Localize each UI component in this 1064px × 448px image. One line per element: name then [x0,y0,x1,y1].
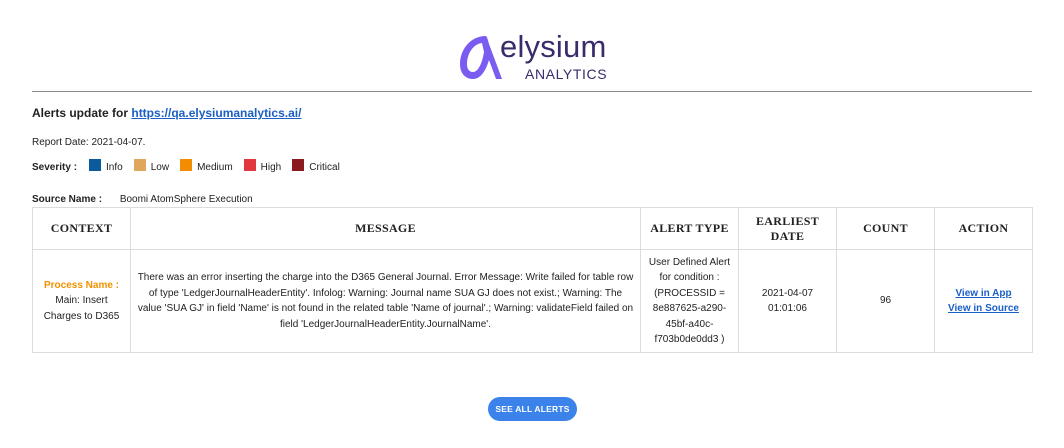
context-value: Main: Insert Charges to D365 [43,295,120,322]
source-name-label: Source Name : [32,194,103,205]
column-header-alert-type: ALERT TYPE [640,207,739,250]
severity-item-info: Info [89,159,123,173]
severity-item-low: Low [133,159,170,173]
alerts-heading: Alerts update for https://qa.elysiumanal… [32,106,301,120]
severity-swatch-critical [292,159,305,171]
severity-item-critical: Critical [292,159,340,173]
column-header-count: COUNT [836,207,935,250]
table-row: Process Name : Main: Insert Charges to D… [32,249,1033,353]
column-header-message: MESSAGE [130,207,641,250]
see-all-alerts-button[interactable]: SEE ALL ALERTS [488,397,577,421]
severity-item-medium: Medium [180,159,233,173]
severity-item-label: High [260,161,282,173]
report-date: Report Date: 2021-04-07. [32,137,146,148]
elysium-logo-mark-icon [460,36,502,79]
severity-item-high: High [243,159,282,173]
elysium-logo: elysium ANALYTICS [456,30,616,82]
source-name: Source Name : Boomi AtomSphere Execution [32,194,253,205]
context-label: Process Name : [43,279,120,291]
column-header-action: ACTION [934,207,1033,250]
view-in-source-link[interactable]: View in Source [941,301,1026,317]
severity-swatch-high [243,159,256,171]
logo-subtitle: ANALYTICS [525,66,608,82]
source-name-value: Boomi AtomSphere Execution [119,194,253,205]
context-cell: Process Name : Main: Insert Charges to D… [32,249,131,353]
alerts-heading-prefix: Alerts update for [32,106,129,120]
severity-item-label: Critical [309,161,340,173]
count-cell: 96 [836,249,935,353]
severity-legend: Severity : Info Low Medium High Critical [32,159,351,174]
action-cell: View in App View in Source [934,249,1033,353]
severity-label: Severity : [32,161,78,173]
header-divider [32,91,1032,92]
severity-item-label: Low [150,161,170,173]
severity-swatch-low [133,159,146,171]
message-cell: There was an error inserting the charge … [130,249,641,353]
severity-item-label: Info [106,161,123,173]
column-header-context: CONTEXT [32,207,131,250]
view-in-app-link[interactable]: View in App [941,286,1026,302]
table-header-row: CONTEXT MESSAGE ALERT TYPE EARLIEST DATE… [32,207,1033,250]
alert-type-cell: User Defined Alert for condition : (PROC… [640,249,739,353]
earliest-date-cell: 2021-04-07 01:01:06 [738,249,837,353]
column-header-earliest-date: EARLIEST DATE [738,207,837,250]
severity-swatch-info [89,159,102,171]
alerts-site-link[interactable]: https://qa.elysiumanalytics.ai/ [131,106,301,120]
logo-wordmark: elysium [500,29,607,64]
severity-item-label: Medium [197,161,233,173]
alerts-table: CONTEXT MESSAGE ALERT TYPE EARLIEST DATE… [32,207,1033,353]
severity-swatch-medium [180,159,193,171]
